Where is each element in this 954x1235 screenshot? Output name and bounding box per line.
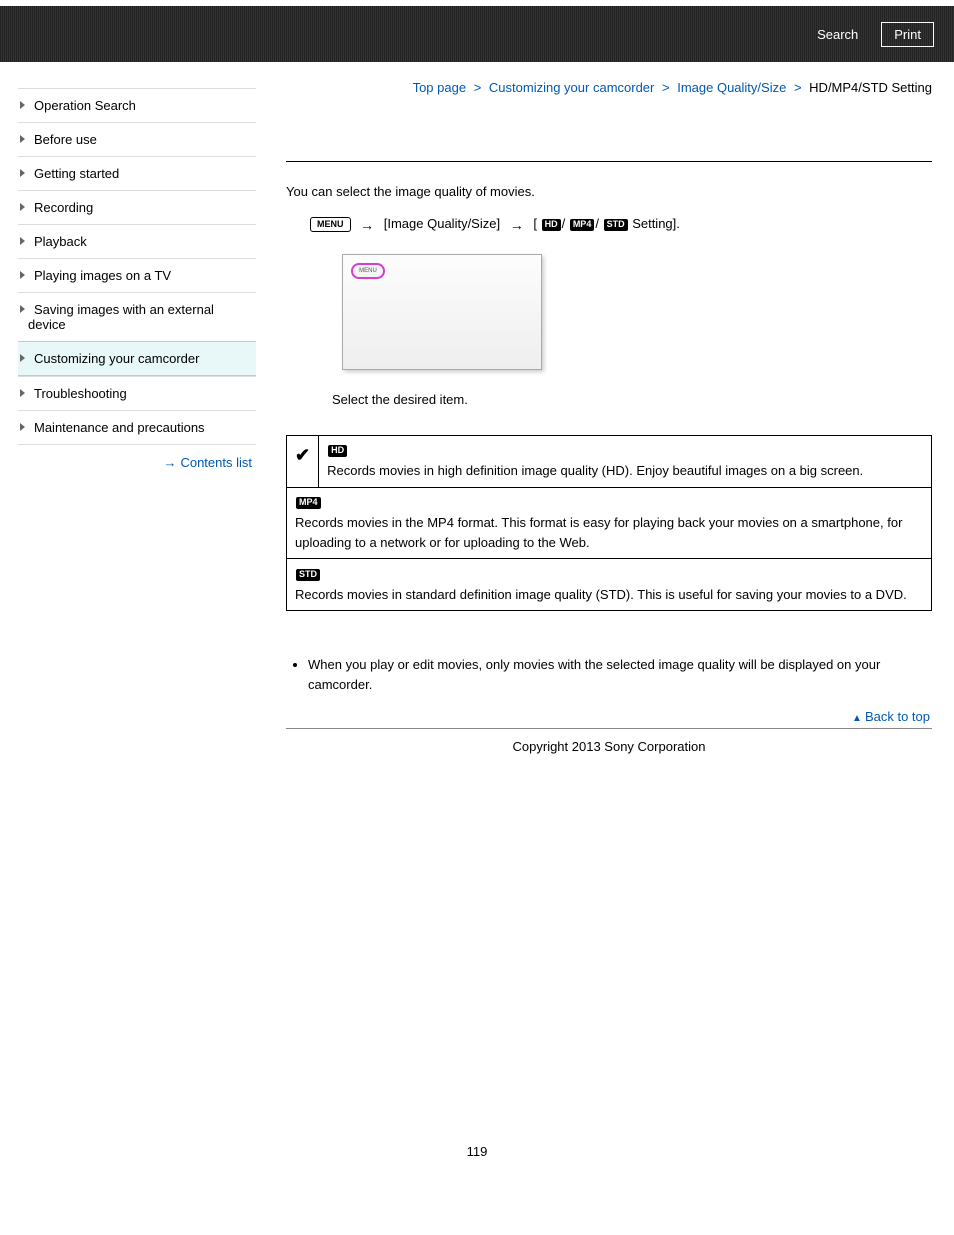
sidebar-item-saving-external[interactable]: Saving images with an external device	[18, 292, 256, 341]
arrow-right-icon: →	[163, 455, 176, 470]
step-text: [Image Quality/Size]	[384, 216, 500, 231]
table-row: STD Records movies in standard definitio…	[287, 559, 932, 611]
page-number: 119	[0, 764, 954, 1179]
search-button[interactable]: Search	[804, 22, 871, 47]
breadcrumb-customizing[interactable]: Customizing your camcorder	[489, 80, 654, 95]
contents-list: → Contents list	[18, 445, 256, 470]
caret-icon	[20, 389, 25, 397]
sidebar-item-maintenance[interactable]: Maintenance and precautions	[18, 410, 256, 445]
caret-icon	[20, 271, 25, 279]
sidebar-item-label: Operation Search	[34, 98, 136, 113]
caret-icon	[20, 305, 25, 313]
copyright-text: Copyright 2013 Sony Corporation	[286, 729, 932, 764]
option-std: STD Records movies in standard definitio…	[287, 559, 932, 611]
sidebar-item-customizing[interactable]: Customizing your camcorder	[18, 341, 256, 376]
caret-icon	[20, 169, 25, 177]
std-badge-icon: STD	[296, 569, 320, 581]
menu-button-icon: MENU	[310, 217, 351, 232]
breadcrumb-top[interactable]: Top page	[413, 80, 467, 95]
arrow-right-icon: →	[360, 214, 374, 236]
caret-icon	[20, 423, 25, 431]
chevron-right-icon: >	[662, 80, 670, 95]
sidebar-item-playback[interactable]: Playback	[18, 224, 256, 258]
hd-badge-icon: HD	[542, 219, 561, 231]
top-bar: Search Print	[0, 6, 954, 62]
mp4-badge-icon: MP4	[296, 497, 321, 509]
arrow-right-icon: →	[510, 214, 524, 236]
main-content: Top page > Customizing your camcorder > …	[256, 62, 954, 764]
contents-list-link[interactable]: Contents list	[180, 455, 252, 470]
breadcrumb: Top page > Customizing your camcorder > …	[286, 80, 932, 95]
caret-icon	[20, 203, 25, 211]
sidebar-item-label: Troubleshooting	[34, 386, 127, 401]
intro-text: You can select the image quality of movi…	[286, 184, 932, 199]
sidebar-item-label: Recording	[34, 200, 93, 215]
caret-icon	[20, 101, 25, 109]
option-mp4: MP4 Records movies in the MP4 format. Th…	[287, 487, 932, 559]
note-item: When you play or edit movies, only movie…	[308, 655, 932, 695]
sidebar-item-label: Before use	[34, 132, 97, 147]
sidebar-item-label: Saving images with an external device	[28, 302, 214, 332]
options-table: ✔ HD Records movies in high definition i…	[286, 435, 932, 612]
table-row: ✔ HD Records movies in high definition i…	[287, 435, 932, 487]
triangle-up-icon: ▲	[852, 713, 862, 724]
sidebar-item-recording[interactable]: Recording	[18, 190, 256, 224]
sidebar-item-label: Playback	[34, 234, 87, 249]
notes-section: When you play or edit movies, only movie…	[286, 655, 932, 695]
caret-icon	[20, 135, 25, 143]
caret-icon	[20, 237, 25, 245]
step-2: Select the desired item.	[332, 392, 932, 407]
table-row: MP4 Records movies in the MP4 format. Th…	[287, 487, 932, 559]
checkmark-icon: ✔	[287, 435, 319, 487]
caret-icon	[20, 354, 25, 362]
sidebar: Operation Search Before use Getting star…	[0, 62, 256, 764]
step-1: MENU → [Image Quality/Size] → [ HD/ MP4/…	[286, 213, 932, 236]
sidebar-item-label: Playing images on a TV	[34, 268, 171, 283]
sidebar-item-troubleshooting[interactable]: Troubleshooting	[18, 376, 256, 410]
option-hd: HD Records movies in high definition ima…	[319, 435, 932, 487]
sidebar-item-playing-on-tv[interactable]: Playing images on a TV	[18, 258, 256, 292]
sidebar-item-label: Customizing your camcorder	[34, 351, 199, 366]
back-to-top: ▲Back to top	[286, 703, 932, 729]
breadcrumb-current: HD/MP4/STD Setting	[809, 80, 932, 95]
option-text: Records movies in standard definition im…	[295, 587, 907, 602]
hd-badge-icon: HD	[328, 445, 347, 457]
std-badge-icon: STD	[604, 219, 628, 231]
step-text: Setting].	[632, 216, 680, 231]
print-button[interactable]: Print	[881, 22, 934, 47]
option-text: Records movies in high definition image …	[327, 463, 863, 478]
breadcrumb-image-quality[interactable]: Image Quality/Size	[677, 80, 786, 95]
menu-highlight: MENU	[351, 263, 385, 279]
horizontal-rule	[286, 161, 932, 162]
device-screenshot-placeholder: MENU	[342, 254, 542, 370]
sidebar-item-label: Getting started	[34, 166, 119, 181]
back-to-top-link[interactable]: Back to top	[865, 709, 930, 724]
sidebar-item-getting-started[interactable]: Getting started	[18, 156, 256, 190]
chevron-right-icon: >	[474, 80, 482, 95]
sidebar-item-before-use[interactable]: Before use	[18, 122, 256, 156]
step-text: [	[533, 216, 537, 231]
sidebar-item-operation-search[interactable]: Operation Search	[18, 88, 256, 122]
option-text: Records movies in the MP4 format. This f…	[295, 515, 902, 550]
sidebar-item-label: Maintenance and precautions	[34, 420, 205, 435]
mp4-badge-icon: MP4	[570, 219, 595, 231]
chevron-right-icon: >	[794, 80, 802, 95]
